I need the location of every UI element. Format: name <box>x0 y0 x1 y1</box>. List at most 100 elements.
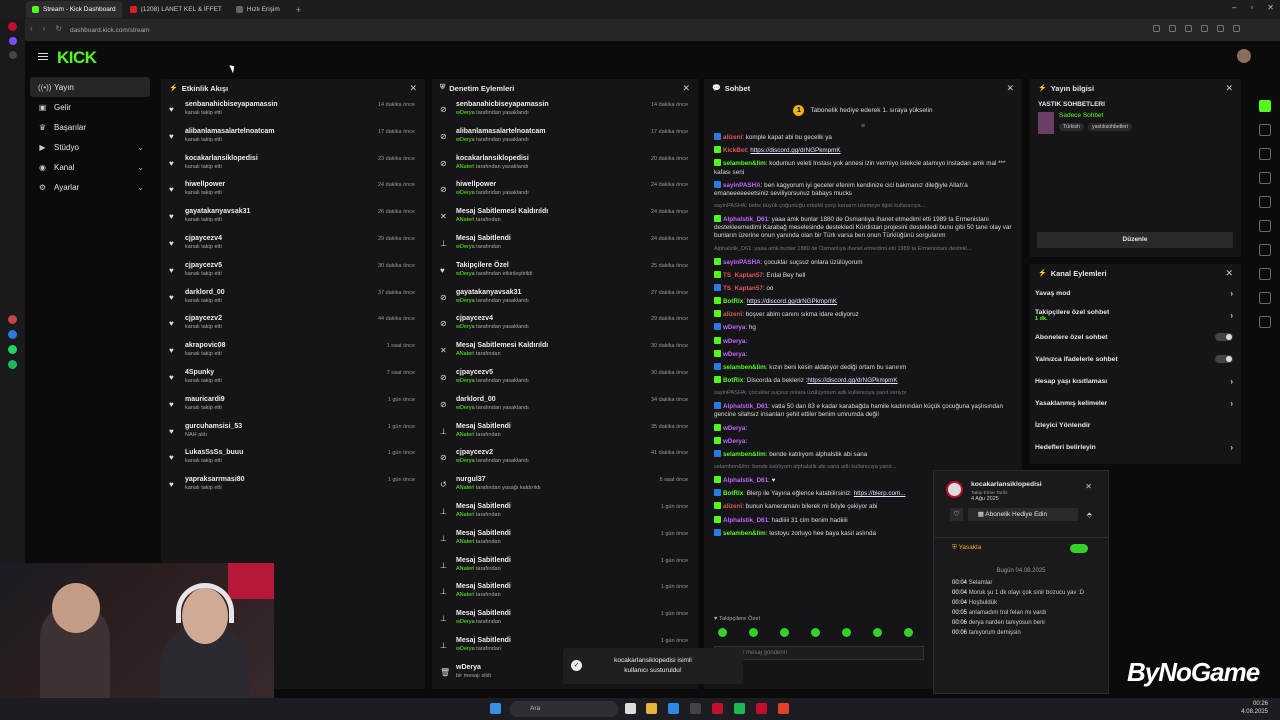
sidenav-item-6[interactable]: ⚙ Ayarlar ⌄ <box>30 177 150 197</box>
moderator-name[interactable]: wDerya <box>456 190 475 196</box>
moderator-name[interactable]: ANaterl <box>456 485 474 491</box>
activity-row[interactable]: ♥ gurcuhamsisi_53 NAH aldı 1 gün önce <box>161 419 425 446</box>
moderation-row[interactable]: ⊘ hiwellpower wDerya tarafından yasaklandı… <box>432 177 698 204</box>
chat-username[interactable]: wDerya <box>723 338 745 345</box>
close-icon[interactable]: ✕ <box>1225 83 1233 94</box>
back-icon[interactable]: ‹ <box>30 24 33 33</box>
extension-icon[interactable] <box>1233 25 1240 32</box>
moderation-row[interactable]: ♥ Takipçilere Özel wDerya tarafından etkin… <box>432 258 698 285</box>
chat-username[interactable]: selamben&lim <box>723 451 766 458</box>
moderator-name[interactable]: wDerya <box>456 271 475 277</box>
browser-tab[interactable]: (1208) LANET KEL & İFFET <box>124 1 228 18</box>
chat-username[interactable]: alizeni <box>723 503 742 510</box>
extension-icon[interactable] <box>1169 25 1176 32</box>
toggle-switch[interactable] <box>1215 333 1233 341</box>
moderation-row[interactable]: ⊘ darklord_00 wDerya tarafından yasaklandı… <box>432 392 698 419</box>
moderator-name[interactable]: ANaterl <box>456 566 474 572</box>
moderator-name[interactable]: ANaterl <box>456 512 474 518</box>
activity-row[interactable]: ♥ hiwellpower kanalı takip etti 24 dakika ö… <box>161 177 425 204</box>
chat-username[interactable]: wDerya <box>723 351 745 358</box>
emote-icon[interactable] <box>780 628 789 637</box>
moderator-name[interactable]: ANaterl <box>456 539 474 545</box>
moderator-name[interactable]: ANaterl <box>456 432 474 438</box>
chat-link[interactable]: https://discord.gg/drNGPkmpmK <box>747 298 837 305</box>
moderator-name[interactable]: wDerya <box>456 378 475 384</box>
activity-row[interactable]: ♥ senbanahicbiseyapamassin kanalı takip et… <box>161 97 425 124</box>
chat-username[interactable]: Alphalstik_D61 <box>723 403 768 410</box>
chat-username[interactable]: wDerya <box>723 324 745 331</box>
chat-message[interactable]: selamben&lim: kodumun veleti lnstası yok… <box>704 157 1022 178</box>
settings-icon[interactable] <box>1259 172 1271 184</box>
emote-icon[interactable] <box>842 628 851 637</box>
close-icon[interactable]: ✕ <box>409 83 417 94</box>
chat-message[interactable]: wDerya: <box>704 348 1022 361</box>
chevron-right-icon[interactable]: › <box>1230 377 1233 386</box>
moderation-row[interactable]: ⊘ senbanahicbiseyapamassin wDerya tarafınd… <box>432 97 698 124</box>
activity-row[interactable]: ♥ yapraksarrmasi80 kanalı takip etti 1 gün … <box>161 472 425 499</box>
chat-message[interactable]: sayinPASHA: ben kagyorum iyi geceler efe… <box>704 179 1022 200</box>
moderator-name[interactable]: wDerya <box>456 137 475 143</box>
toggle-switch[interactable] <box>1215 355 1233 363</box>
chat-username[interactable]: wDerya <box>723 425 745 432</box>
chat-message[interactable]: wDerya: hg <box>704 321 1022 334</box>
chevron-right-icon[interactable]: › <box>1230 289 1233 298</box>
activity-row[interactable]: ♥ cjpaycezv5 kanalı takip etti 30 dakika ön… <box>161 258 425 285</box>
messenger-icon[interactable] <box>8 330 17 339</box>
lightning-icon[interactable] <box>1259 196 1271 208</box>
chat-message[interactable]: Alphalstik_D61: yaaa amk bunlar 1880 de … <box>704 213 1022 243</box>
chat-message[interactable]: wDerya: <box>704 435 1022 448</box>
edge-icon[interactable] <box>668 703 679 714</box>
chat-message[interactable]: wDerya: <box>704 422 1022 435</box>
chat-message[interactable]: BotRix: Discorda da bekleriz :https://di… <box>704 374 1022 387</box>
windows-start-icon[interactable] <box>490 703 501 714</box>
extension-icon[interactable] <box>1185 25 1192 32</box>
check-icon[interactable] <box>1259 100 1271 112</box>
moderation-row[interactable]: ⊘ cjpaycezv2 wDerya tarafından yasaklandı 4… <box>432 445 698 472</box>
chat-username[interactable]: BotRix <box>723 298 743 305</box>
more-icon[interactable]: ⬘ <box>1087 511 1092 519</box>
chevron-right-icon[interactable]: › <box>1230 399 1233 408</box>
chat-input[interactable] <box>714 646 924 660</box>
moderation-row[interactable]: ↺ nurgul37 ANaterl tarafından yasağı kaldı… <box>432 472 698 499</box>
sidenav-item-4[interactable]: ▶ Stüdyo ⌄ <box>30 137 150 157</box>
moderation-row[interactable]: ⊥ Mesaj Sabitlendi ANaterl tarafından 1 gün… <box>432 526 698 553</box>
emote-icon[interactable] <box>904 628 913 637</box>
sidenav-item-5[interactable]: ◉ Kanal ⌄ <box>30 157 150 177</box>
chat-icon[interactable] <box>1259 244 1271 256</box>
app-icon[interactable] <box>8 315 17 324</box>
menu-icon[interactable] <box>38 53 48 60</box>
moderator-name[interactable]: wDerya <box>456 646 475 652</box>
moderator-name[interactable]: wDerya <box>456 244 475 250</box>
chat-username[interactable]: KickBot <box>723 147 747 154</box>
moderation-row[interactable]: ✕ Mesaj Sabitlemesi Kaldırıldı ANaterl tar… <box>432 204 698 231</box>
chat-username[interactable]: BotRix <box>723 377 743 384</box>
minimize-icon[interactable]: – <box>1232 3 1236 12</box>
spotify-icon[interactable] <box>8 360 17 369</box>
edit-button[interactable]: Düzenle <box>1037 232 1233 248</box>
moderator-name[interactable]: wDerya <box>456 405 475 411</box>
channel-action-row[interactable]: İzleyici Yönlendir <box>1030 414 1241 436</box>
moderation-row[interactable]: ⊥ Mesaj Sabitlendi ANaterl tarafından 1 gün… <box>432 499 698 526</box>
moderation-row[interactable]: ⊥ Mesaj Sabitlendi wDerya tarafından 24 dak… <box>432 231 698 258</box>
chat-username[interactable]: Alphalstik_D61 <box>723 216 768 223</box>
moderator-name[interactable]: ANaterl <box>456 164 474 170</box>
moderator-name[interactable]: wDerya <box>456 458 475 464</box>
channel-action-row[interactable]: Abonelere özel sohbet <box>1030 326 1241 348</box>
close-icon[interactable]: ✕ <box>1225 268 1233 279</box>
activity-row[interactable]: ♥ alibanlamasalartelnoatcam kanalı takip e… <box>161 124 425 151</box>
opera-icon[interactable] <box>712 703 723 714</box>
chat-message[interactable]: Alphalstik_D61: yaaa amk bunlar 1880 de … <box>704 243 1022 256</box>
avatar[interactable] <box>1237 49 1251 63</box>
moderation-row[interactable]: ⊘ kocakarlansiklopedisi ANaterl tarafından… <box>432 151 698 178</box>
kick-logo[interactable]: KICK <box>57 48 97 68</box>
chat-message[interactable]: selamben&lim: kızın beni kesin aldatıyor… <box>704 361 1022 374</box>
gift-sub-button[interactable]: ▦ Abonelik Hediye Edin <box>967 508 1078 521</box>
moderation-row[interactable]: ⊥ Mesaj Sabitlendi ANaterl tarafından 1 gün… <box>432 553 698 580</box>
chat-message[interactable]: sayinPASHA: çocuklar suçsuz onlara üzülü… <box>704 387 1022 400</box>
moderator-name[interactable]: ANaterl <box>456 592 474 598</box>
stream-tag[interactable]: Türkish <box>1059 123 1085 131</box>
emote-icon[interactable] <box>811 628 820 637</box>
activity-row[interactable]: ♥ kocakarlansiklopedisi kanalı takip etti 2… <box>161 151 425 178</box>
folder-icon[interactable] <box>646 703 657 714</box>
activity-row[interactable]: ♥ gayatakanyavsak31 kanalı takip etti 26 da… <box>161 204 425 231</box>
